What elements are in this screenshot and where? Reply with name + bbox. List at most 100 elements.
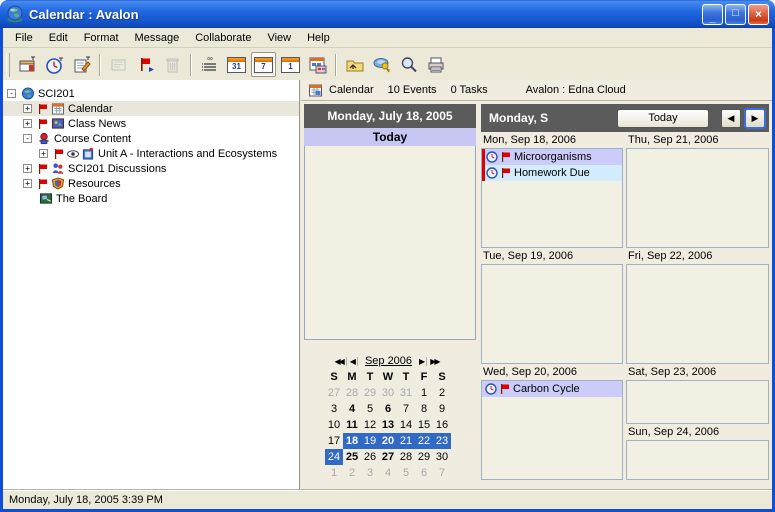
- expand-icon[interactable]: +: [23, 179, 32, 188]
- mini-day[interactable]: 25: [343, 449, 361, 465]
- mini-day[interactable]: 26: [361, 449, 379, 465]
- mini-day[interactable]: 1: [325, 465, 343, 481]
- mini-day[interactable]: 7: [433, 465, 451, 481]
- tree-item-course-content[interactable]: - Course Content: [3, 131, 299, 146]
- menu-view[interactable]: View: [259, 30, 299, 46]
- print-button[interactable]: [423, 52, 448, 77]
- mini-day[interactable]: 27: [379, 449, 397, 465]
- mini-day[interactable]: 24: [325, 449, 343, 465]
- event-microorganisms[interactable]: Microorganisms: [482, 149, 622, 165]
- menu-file[interactable]: File: [7, 30, 41, 46]
- expand-icon[interactable]: +: [23, 164, 32, 173]
- day-cell-fri[interactable]: [626, 264, 769, 364]
- minimize-button[interactable]: _: [702, 4, 723, 25]
- mini-day[interactable]: 16: [433, 417, 451, 433]
- menu-format[interactable]: Format: [76, 30, 127, 46]
- tree-item-class-news[interactable]: + Class News: [3, 116, 299, 131]
- mini-day[interactable]: 30: [379, 385, 397, 401]
- week-view-button[interactable]: 7: [251, 52, 276, 77]
- day-cell-mon[interactable]: Microorganisms Homework Due: [481, 148, 623, 248]
- expand-icon[interactable]: +: [23, 104, 32, 113]
- collapse-icon[interactable]: -: [23, 134, 32, 143]
- mini-day[interactable]: 12: [361, 417, 379, 433]
- flag-button[interactable]: [133, 52, 158, 77]
- mini-day[interactable]: 3: [361, 465, 379, 481]
- next-week-button[interactable]: ▶: [745, 109, 765, 128]
- mini-day[interactable]: 3: [325, 401, 343, 417]
- edit-item-button[interactable]: [69, 52, 94, 77]
- mini-day[interactable]: 19: [361, 433, 379, 449]
- mini-day[interactable]: 21: [397, 433, 415, 449]
- expand-icon[interactable]: +: [23, 119, 32, 128]
- mini-day[interactable]: 9: [433, 401, 451, 417]
- day-panel-body[interactable]: [304, 146, 476, 340]
- permissions-button[interactable]: [369, 52, 394, 77]
- mini-calendar-month-link[interactable]: Sep 2006: [361, 355, 416, 367]
- new-task-button[interactable]: [42, 52, 67, 77]
- mini-day[interactable]: 29: [361, 385, 379, 401]
- day-view-button[interactable]: 1: [278, 52, 303, 77]
- mini-day[interactable]: 29: [415, 449, 433, 465]
- menu-help[interactable]: Help: [299, 30, 338, 46]
- mini-day[interactable]: 8: [415, 401, 433, 417]
- mini-day[interactable]: 23: [433, 433, 451, 449]
- prev-year-button[interactable]: ◀◀: [334, 357, 346, 366]
- mini-day[interactable]: 1: [415, 385, 433, 401]
- mini-day[interactable]: 30: [433, 449, 451, 465]
- delete-button[interactable]: [160, 52, 185, 77]
- day-cell-wed[interactable]: Carbon Cycle: [481, 380, 623, 480]
- mini-day[interactable]: 4: [343, 401, 361, 417]
- mini-day[interactable]: 27: [325, 385, 343, 401]
- menu-edit[interactable]: Edit: [41, 30, 76, 46]
- menu-collaborate[interactable]: Collaborate: [187, 30, 259, 46]
- mini-day[interactable]: 20: [379, 433, 397, 449]
- mini-day[interactable]: 6: [379, 401, 397, 417]
- tree-item-calendar[interactable]: + Calendar: [3, 101, 299, 116]
- collapse-icon[interactable]: -: [7, 89, 16, 98]
- next-month-button[interactable]: ▶: [419, 357, 427, 366]
- prev-month-button[interactable]: ◀: [350, 357, 358, 366]
- tree-item-discussions[interactable]: + SCI201 Discussions: [3, 161, 299, 176]
- day-cell-thu[interactable]: [626, 148, 769, 248]
- mini-day[interactable]: 18: [343, 433, 361, 449]
- event-homework-due[interactable]: Homework Due: [482, 165, 622, 181]
- multiweek-view-button[interactable]: [305, 52, 330, 77]
- day-cell-tue[interactable]: [481, 264, 623, 364]
- expand-icon[interactable]: +: [39, 149, 48, 158]
- search-button[interactable]: [396, 52, 421, 77]
- tree-item-resources[interactable]: + Resources: [3, 176, 299, 191]
- mini-day[interactable]: 2: [433, 385, 451, 401]
- month-view-button[interactable]: 31: [224, 52, 249, 77]
- mini-day[interactable]: 4: [379, 465, 397, 481]
- mini-day[interactable]: 15: [415, 417, 433, 433]
- mini-day[interactable]: 22: [415, 433, 433, 449]
- tree-item-unit-a[interactable]: + Unit A - Interactions and Ecosystems: [3, 146, 299, 161]
- next-year-button[interactable]: ▶▶: [430, 357, 441, 366]
- toolbar-gripper[interactable]: [6, 53, 10, 77]
- mini-day[interactable]: 10: [325, 417, 343, 433]
- mini-day[interactable]: 6: [415, 465, 433, 481]
- title-bar[interactable]: Calendar : Avalon _ □ ×: [0, 0, 775, 28]
- tree-item-the-board[interactable]: The Board: [3, 191, 299, 206]
- mini-day[interactable]: 28: [343, 385, 361, 401]
- mini-day[interactable]: 5: [397, 465, 415, 481]
- send-button[interactable]: [106, 52, 131, 77]
- new-event-button[interactable]: [15, 52, 40, 77]
- close-button[interactable]: ×: [748, 4, 769, 25]
- menu-message[interactable]: Message: [127, 30, 188, 46]
- mini-day[interactable]: 2: [343, 465, 361, 481]
- list-view-button[interactable]: ∞: [197, 52, 222, 77]
- prev-week-button[interactable]: ◀: [721, 109, 741, 128]
- mini-day[interactable]: 31: [397, 385, 415, 401]
- mini-day[interactable]: 28: [397, 449, 415, 465]
- mini-day[interactable]: 17: [325, 433, 343, 449]
- folder-up-button[interactable]: [342, 52, 367, 77]
- mini-day[interactable]: 13: [379, 417, 397, 433]
- today-button[interactable]: Today: [617, 109, 709, 128]
- maximize-button[interactable]: □: [725, 4, 746, 25]
- mini-day[interactable]: 7: [397, 401, 415, 417]
- mini-day[interactable]: 14: [397, 417, 415, 433]
- mini-day[interactable]: 5: [361, 401, 379, 417]
- today-banner[interactable]: Today: [304, 128, 476, 146]
- mini-day[interactable]: 11: [343, 417, 361, 433]
